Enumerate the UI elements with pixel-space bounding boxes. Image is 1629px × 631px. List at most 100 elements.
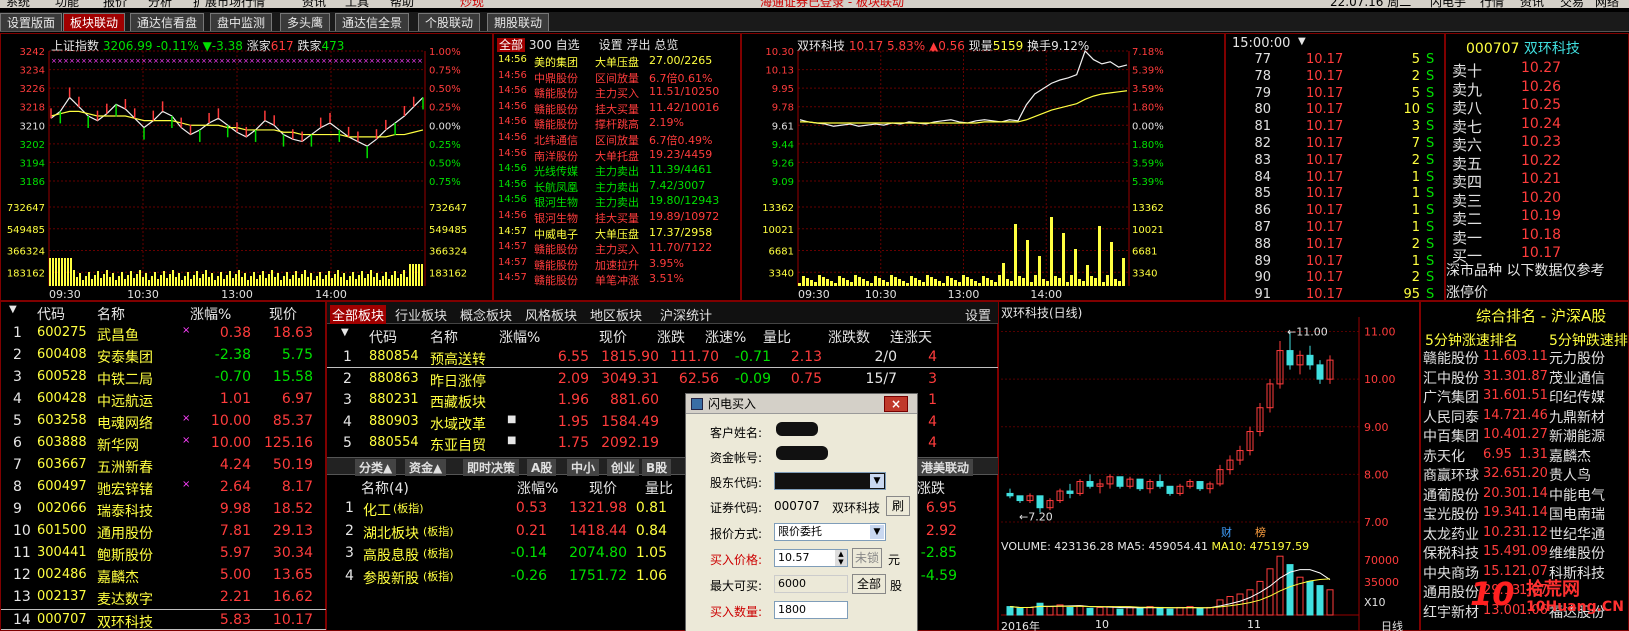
ticker-settings-button[interactable]: 设置 [599, 38, 623, 52]
sector-col-streak[interactable]: 连涨天 [890, 327, 932, 347]
rank-down-name[interactable]: 中能电气 [1549, 485, 1605, 505]
ticker-float-button[interactable]: 浮出 [627, 38, 651, 52]
subtab-3[interactable]: A股 [527, 459, 557, 476]
rank-up-name[interactable]: 保税科技 [1423, 543, 1479, 563]
rank-down-name[interactable]: 茂业通信 [1549, 368, 1605, 388]
col-name[interactable]: 名称 [97, 304, 125, 324]
tab-stock-link[interactable]: 个股联动 [418, 13, 481, 31]
ticker-stock[interactable]: 银河生物 [534, 194, 578, 210]
qty-input[interactable]: 1800 [774, 601, 848, 619]
holder-dropdown-icon[interactable]: ▼ [870, 474, 884, 488]
price-spinner-icon[interactable]: ▲ ▼ [835, 550, 847, 566]
buy-all-button[interactable]: 全部 [852, 574, 886, 594]
stock-row[interactable]: 7 603667 五洲新春 4.24 50.19 [1, 455, 327, 476]
rank-down-name[interactable]: 九鼎新材 [1549, 407, 1605, 427]
stock-intraday-panel[interactable]: 双环科技 10.17 5.83% ▲0.56 现量5159 换手9.12% 10… [741, 33, 1225, 301]
sector-col-change[interactable]: 涨跌 [657, 327, 685, 347]
rank-up-name[interactable]: 人民同泰 [1423, 407, 1479, 427]
rank-down-name[interactable]: 世纪华通 [1549, 524, 1605, 544]
col-pct[interactable]: 涨幅% [190, 304, 231, 324]
sector-col-pct[interactable]: 涨幅% [499, 327, 540, 347]
subtab-0[interactable]: 分类▲ [355, 459, 397, 476]
col-price[interactable]: 现价 [269, 304, 297, 324]
subtab-7[interactable]: 港美联动 [917, 459, 974, 476]
rank-up-name[interactable]: 赤天化 [1423, 446, 1465, 466]
stock-row[interactable]: 2 600408 安泰集团 -2.38 5.75 [1, 345, 327, 366]
ticker-stock[interactable]: 美的集团 [534, 54, 578, 70]
kline-panel[interactable]: 双环科技(日线) 11.00 10.00 9.00 8.00 7.00 ←7.20 ←11.… [998, 301, 1420, 631]
ticker-tab-all[interactable]: 全部 [497, 38, 526, 52]
idx-col-price[interactable]: 现价 [589, 478, 617, 498]
sector-col-name[interactable]: 名称 [430, 327, 458, 347]
tab-bull-eagle[interactable]: 多头鹰 [280, 13, 331, 31]
ticker-stock[interactable]: 赣能股份 [534, 101, 578, 117]
ticker-stock[interactable]: 银河生物 [534, 210, 578, 226]
index-intraday-panel[interactable]: 上证指数 3206.99 -0.11% ▼-3.38 涨家617 跌家473 3… [0, 33, 493, 301]
sector-row[interactable]: 1 880854 预高送转 6.55 1815.90 111.70 -0.71 2.13 2/0… [327, 347, 999, 368]
subtab-2[interactable]: 即时决策 [463, 459, 520, 476]
menu-flash[interactable]: 闪电手 [1430, 0, 1466, 8]
rank-down-name[interactable]: 印纪传媒 [1549, 387, 1605, 407]
menu-hq[interactable]: 行情 [1480, 0, 1504, 8]
menu-net[interactable]: 网络 [1595, 0, 1619, 8]
tab-all-sectors[interactable]: 全部板块 [330, 305, 387, 324]
idx-col-change[interactable]: 涨跌 [917, 478, 945, 498]
ticker-stock[interactable]: 赣能股份 [534, 116, 578, 132]
tab-industry[interactable]: 行业板块 [395, 305, 447, 324]
ticker-stock[interactable]: 南洋股份 [534, 148, 578, 164]
stock-row[interactable]: 14 000707 双环科技 5.83 10.17 [1, 609, 327, 631]
idx-col-volratio[interactable]: 量比 [645, 478, 673, 498]
ticker-stock[interactable]: 光线传媒 [534, 163, 578, 179]
stock-row[interactable]: 9 002066 瑞泰科技 9.98 18.52 [1, 499, 327, 520]
menu-analysis[interactable]: 分析 [148, 0, 172, 8]
tab-region[interactable]: 地区板块 [590, 305, 642, 324]
menu-system[interactable]: 系统 [6, 0, 30, 8]
tab-concept[interactable]: 概念板块 [460, 305, 512, 324]
sort-icon[interactable]: ▼ [9, 304, 17, 315]
dialog-titlebar[interactable]: 闪电买入 [686, 394, 917, 414]
unlock-button[interactable]: 未锁 [852, 548, 882, 568]
sector-row[interactable]: 2 880863 昨日涨停 2.09 3049.31 62.56 -0.09 0.75 15/7… [327, 369, 999, 390]
menu-market[interactable]: 扩展市场行情 [193, 0, 265, 8]
rank-up-name[interactable]: 商赢环球 [1423, 465, 1479, 485]
stock-intraday-chart[interactable]: 10.30 7.18% 10.13 5.39% 9.95 3.59% 9.78 1.80% 9.… [742, 34, 1226, 302]
menu-news[interactable]: 资讯 [302, 0, 326, 8]
ticker-stock[interactable]: 中鼎股份 [534, 70, 578, 86]
ticker-stock[interactable]: 中威电子 [534, 226, 578, 242]
stock-row[interactable]: 10 601500 通用股份 7.81 29.13 [1, 521, 327, 542]
sector-col-speed[interactable]: 涨速% [705, 327, 746, 347]
menu-tools[interactable]: 工具 [345, 0, 369, 8]
rank-down-name[interactable]: 嘉麟杰 [1549, 446, 1591, 466]
tab-tdx-watch[interactable]: 通达信看盘 [130, 13, 205, 31]
sector-col-price[interactable]: 现价 [599, 327, 627, 347]
rank-down-name[interactable]: 贵人鸟 [1549, 465, 1591, 485]
ticker-overview-button[interactable]: 总览 [654, 38, 678, 52]
subtab-4[interactable]: 中小 [567, 459, 600, 476]
menu-function[interactable]: 功能 [55, 0, 79, 8]
idx-col-name[interactable]: 名称(4) [361, 478, 409, 498]
ticker-stock[interactable]: 北纬通信 [534, 132, 578, 148]
sector-settings-button[interactable]: 设置 [965, 305, 991, 324]
price-mode-dropdown-icon[interactable]: ▼ [870, 525, 884, 539]
ticker-stock[interactable]: 赣能股份 [534, 241, 578, 257]
stock-row[interactable]: 6 603888 新华网 × 10.00 125.16 [1, 433, 327, 454]
rank-up-name[interactable]: 赣能股份 [1423, 348, 1479, 368]
stock-row[interactable]: 3 600528 中铁二局 -0.70 15.58 [1, 367, 327, 388]
sector-col-volratio[interactable]: 量比 [763, 327, 791, 347]
close-icon[interactable]: × [884, 396, 908, 412]
menu-trade[interactable]: 炒现 [460, 0, 484, 8]
index-chart[interactable]: 3242 1.00% 3234 0.75% 3226 0.50% 3218 0.25% 3210… [1, 34, 494, 302]
ticker-stock[interactable]: 赣能股份 [534, 257, 578, 273]
menu-help[interactable]: 帮助 [390, 0, 414, 8]
rank-up-name[interactable]: 中百集团 [1423, 426, 1479, 446]
rank-down-name[interactable]: 维维股份 [1549, 543, 1605, 563]
tab-monitor[interactable]: 盘中监测 [210, 13, 273, 31]
subtab-5[interactable]: 创业 [607, 459, 640, 476]
ticker-stock[interactable]: 赣能股份 [534, 85, 578, 101]
tab-futures-link[interactable]: 期股联动 [487, 13, 550, 31]
rank-down-name[interactable]: 元力股份 [1549, 348, 1605, 368]
subtab-1[interactable]: 资金▲ [405, 459, 447, 476]
subtab-6[interactable]: B股 [642, 459, 672, 476]
tab-stats[interactable]: 沪深统计 [660, 305, 712, 324]
stock-row[interactable]: 11 300441 鲍斯股份 5.97 30.34 [1, 543, 327, 564]
